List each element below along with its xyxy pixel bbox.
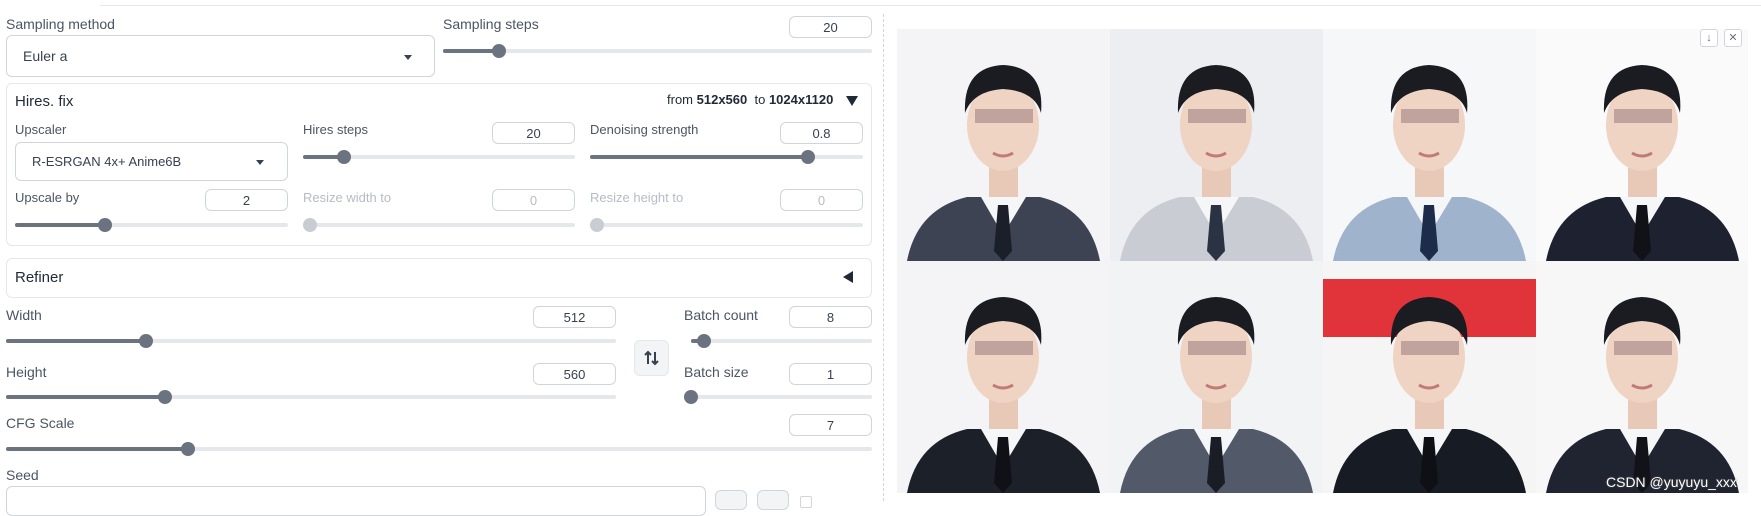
gallery-image[interactable] — [1536, 29, 1748, 261]
upscaler-dropdown[interactable]: R-ESRGAN 4x+ Anime6B — [15, 142, 288, 181]
slider-handle[interactable] — [157, 390, 172, 404]
column-divider — [883, 14, 884, 501]
height-label: Height — [6, 364, 47, 380]
hires-steps-label: Hires steps — [303, 122, 369, 137]
batch-count-label: Batch count — [684, 307, 758, 323]
summary-from: from — [667, 92, 693, 107]
slider-handle[interactable] — [801, 150, 816, 164]
seed-input[interactable] — [6, 486, 706, 516]
batch-count-input[interactable]: 8 — [789, 306, 872, 328]
hires-fix-title[interactable]: Hires. fix — [15, 93, 73, 110]
width-slider[interactable] — [6, 334, 616, 348]
summary-to: to — [754, 92, 766, 107]
summary-to-size: 1024x1120 — [768, 92, 834, 107]
upscaler-value: R-ESRGAN 4x+ Anime6B — [32, 154, 182, 169]
slider-handle[interactable] — [696, 334, 711, 348]
swap-dimensions-button[interactable] — [634, 340, 669, 376]
refiner-panel[interactable] — [6, 258, 872, 298]
slider-handle[interactable] — [491, 44, 506, 58]
gallery-image[interactable] — [897, 29, 1110, 261]
random-seed-button[interactable] — [715, 490, 747, 510]
slider-track — [597, 223, 863, 227]
download-icon[interactable]: ↓ — [1700, 29, 1718, 47]
slider-fill — [443, 49, 499, 53]
sampling-method-dropdown[interactable]: Euler a — [6, 35, 435, 77]
slider-handle[interactable] — [336, 150, 351, 164]
width-input[interactable]: 512 — [533, 306, 616, 328]
slider-track — [443, 49, 872, 53]
batch-size-label: Batch size — [684, 364, 749, 380]
swap-arrows-icon — [644, 350, 659, 366]
batch-count-slider[interactable] — [691, 334, 872, 348]
image-gallery — [897, 29, 1748, 493]
resize-height-input[interactable]: 0 — [780, 189, 863, 211]
denoising-strength-input[interactable]: 0.8 — [780, 122, 863, 144]
sampling-method-value: Euler a — [23, 48, 68, 64]
hires-steps-slider[interactable] — [303, 150, 575, 164]
gallery-image[interactable] — [897, 261, 1110, 493]
close-icon[interactable]: ✕ — [1724, 29, 1742, 47]
gallery-image[interactable] — [1323, 261, 1536, 493]
sampling-steps-slider[interactable] — [443, 44, 872, 58]
slider-fill — [15, 223, 106, 227]
gallery-image[interactable] — [1323, 29, 1536, 261]
slider-handle[interactable] — [684, 390, 698, 404]
height-input[interactable]: 560 — [533, 363, 616, 385]
resize-width-label: Resize width to — [303, 190, 392, 205]
summary-from-size: 512x560 — [696, 92, 748, 107]
sampling-method-label: Sampling method — [6, 16, 115, 32]
hires-steps-input[interactable]: 20 — [492, 122, 575, 144]
batch-size-slider[interactable] — [684, 390, 872, 404]
slider-track — [691, 339, 872, 343]
cfg-scale-slider[interactable] — [6, 442, 872, 456]
reuse-seed-button[interactable] — [757, 490, 789, 510]
width-label: Width — [6, 307, 42, 323]
top-divider — [100, 5, 1761, 6]
height-slider[interactable] — [6, 390, 616, 404]
extra-seed-checkbox[interactable] — [800, 496, 812, 508]
slider-fill — [6, 339, 147, 343]
hires-fix-summary: from 512x560 to 1024x1120 — [667, 92, 833, 107]
slider-handle[interactable] — [98, 218, 113, 232]
resize-width-slider[interactable] — [303, 218, 575, 232]
chevron-down-icon — [404, 55, 412, 60]
gallery-image[interactable] — [1536, 261, 1748, 493]
denoising-strength-label: Denoising strength — [590, 122, 699, 137]
cfg-scale-label: CFG Scale — [6, 415, 75, 431]
gallery-image[interactable] — [1110, 29, 1323, 261]
resize-height-slider[interactable] — [590, 218, 863, 232]
batch-size-input[interactable]: 1 — [789, 363, 872, 385]
slider-handle[interactable] — [180, 442, 195, 456]
slider-track — [310, 223, 575, 227]
slider-track — [691, 395, 872, 399]
denoising-strength-slider[interactable] — [590, 150, 863, 164]
cfg-scale-input[interactable]: 7 — [789, 414, 872, 436]
resize-height-label: Resize height to — [590, 190, 684, 205]
slider-handle[interactable] — [139, 334, 154, 348]
expand-triangle-icon[interactable] — [843, 271, 853, 283]
upscale-by-slider[interactable] — [15, 218, 288, 232]
collapse-triangle-icon[interactable] — [846, 96, 858, 106]
sampling-steps-label: Sampling steps — [443, 16, 539, 32]
refiner-title: Refiner — [15, 269, 64, 286]
upscaler-label: Upscaler — [15, 122, 67, 137]
slider-fill — [590, 155, 809, 159]
slider-handle[interactable] — [303, 218, 317, 232]
sampling-steps-input[interactable]: 20 — [789, 16, 872, 38]
watermark: CSDN @yuyuyu_xxx — [1606, 474, 1737, 490]
slider-fill — [6, 395, 165, 399]
resize-width-input[interactable]: 0 — [492, 189, 575, 211]
seed-label: Seed — [6, 467, 39, 483]
upscale-by-input[interactable]: 2 — [205, 189, 288, 211]
slider-fill — [6, 447, 188, 451]
chevron-down-icon — [256, 160, 264, 165]
upscale-by-label: Upscale by — [15, 190, 80, 205]
slider-handle[interactable] — [590, 218, 604, 232]
gallery-image[interactable] — [1110, 261, 1323, 493]
